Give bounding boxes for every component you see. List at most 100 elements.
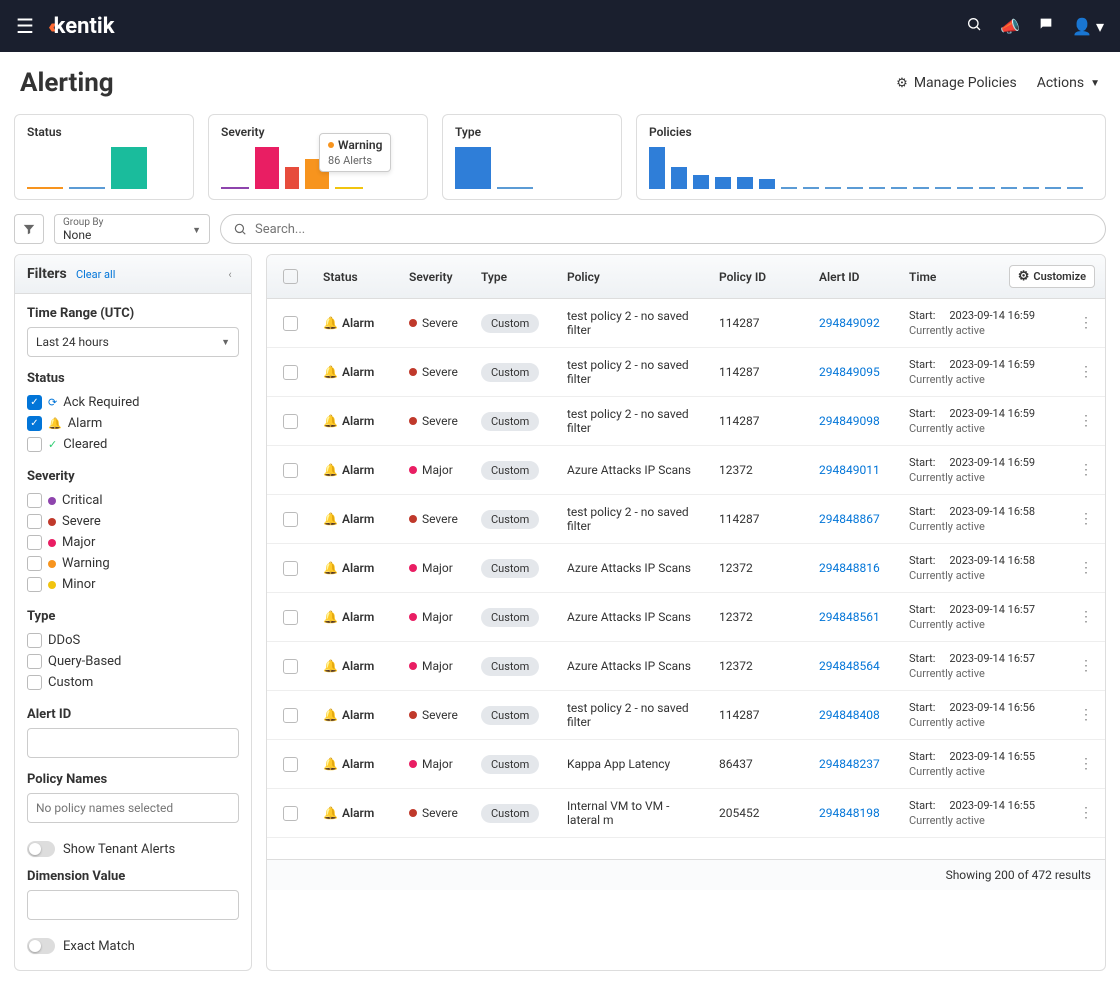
search-input[interactable]	[255, 222, 1093, 237]
checkbox[interactable]: ✓	[27, 395, 42, 410]
col-type[interactable]: Type	[471, 270, 557, 284]
col-severity[interactable]: Severity	[399, 270, 471, 284]
table-row[interactable]: 🔔Alarm Major Custom Azure Attacks IP Sca…	[267, 544, 1105, 593]
alert-id-link[interactable]: 294849092	[819, 316, 880, 330]
row-menu-icon[interactable]: ⋮	[1079, 462, 1093, 478]
tenant-toggle[interactable]	[27, 841, 55, 857]
select-all-checkbox[interactable]	[283, 269, 298, 284]
row-checkbox[interactable]	[283, 708, 298, 723]
row-checkbox[interactable]	[283, 365, 298, 380]
status-filter-alarm[interactable]: ✓ 🔔 Alarm	[27, 413, 239, 434]
row-menu-icon[interactable]: ⋮	[1079, 315, 1093, 331]
checkbox[interactable]	[27, 556, 42, 571]
row-menu-icon[interactable]: ⋮	[1079, 707, 1093, 723]
user-menu[interactable]: 👤 ▾	[1072, 17, 1104, 36]
alert-id-link[interactable]: 294848816	[819, 561, 880, 575]
actions-dropdown[interactable]: Actions ▼	[1037, 75, 1100, 91]
type-filter-query-based[interactable]: Query-Based	[27, 651, 239, 672]
row-menu-icon[interactable]: ⋮	[1079, 658, 1093, 674]
card-severity[interactable]: Severity Warning 86 Alerts	[208, 114, 428, 200]
alert-id-link[interactable]: 294848198	[819, 806, 880, 820]
table-row[interactable]: 🔔Alarm Major Custom Azure Attacks IP Sca…	[267, 446, 1105, 495]
menu-icon[interactable]: ☰	[16, 14, 34, 38]
table-row[interactable]: 🔔Alarm Severe Custom test policy 2 - no …	[267, 495, 1105, 544]
row-checkbox[interactable]	[283, 316, 298, 331]
clear-all-link[interactable]: Clear all	[76, 268, 115, 281]
row-menu-icon[interactable]: ⋮	[1079, 609, 1093, 625]
row-checkbox[interactable]	[283, 512, 298, 527]
row-menu-icon[interactable]: ⋮	[1079, 413, 1093, 429]
dimension-input[interactable]	[27, 890, 239, 920]
table-body[interactable]: 🔔Alarm Severe Custom test policy 2 - no …	[267, 299, 1105, 859]
alert-id-link[interactable]: 294848408	[819, 708, 880, 722]
row-menu-icon[interactable]: ⋮	[1079, 756, 1093, 772]
row-checkbox[interactable]	[283, 757, 298, 772]
row-checkbox[interactable]	[283, 414, 298, 429]
checkbox[interactable]: ✓	[27, 416, 42, 431]
alert-id-link[interactable]: 294849095	[819, 365, 880, 379]
checkbox[interactable]	[27, 437, 42, 452]
logo[interactable]: ‹‹‹ kentik	[48, 14, 115, 39]
alert-id-link[interactable]: 294849011	[819, 463, 880, 477]
checkbox[interactable]	[27, 514, 42, 529]
row-menu-icon[interactable]: ⋮	[1079, 364, 1093, 380]
row-menu-icon[interactable]: ⋮	[1079, 805, 1093, 821]
type-filter-custom[interactable]: Custom	[27, 672, 239, 693]
exact-match-toggle[interactable]	[27, 938, 55, 954]
checkbox[interactable]	[27, 577, 42, 592]
card-policies[interactable]: Policies	[636, 114, 1106, 200]
checkbox[interactable]	[27, 654, 42, 669]
alert-id-link[interactable]: 294848237	[819, 757, 880, 771]
alert-id-input[interactable]	[27, 728, 239, 758]
chat-icon[interactable]	[1038, 16, 1054, 36]
col-time[interactable]: Time	[899, 270, 1009, 284]
table-row[interactable]: 🔔Alarm Severe Custom Internal VM to VM -…	[267, 789, 1105, 838]
row-checkbox[interactable]	[283, 561, 298, 576]
severity-filter-critical[interactable]: Critical	[27, 490, 239, 511]
row-checkbox[interactable]	[283, 463, 298, 478]
checkbox[interactable]	[27, 493, 42, 508]
policy-names-input[interactable]	[27, 793, 239, 823]
card-status[interactable]: Status	[14, 114, 194, 200]
group-by-select[interactable]: Group By None ▼	[54, 214, 210, 244]
row-menu-icon[interactable]: ⋮	[1079, 560, 1093, 576]
table-row[interactable]: 🔔Alarm Major Custom Azure Attacks IP Sca…	[267, 642, 1105, 691]
table-row[interactable]: 🔔Alarm Severe Custom test policy 2 - no …	[267, 348, 1105, 397]
status-filter-ack-required[interactable]: ✓ ⟳ Ack Required	[27, 392, 239, 413]
status-filter-cleared[interactable]: ✓ Cleared	[27, 434, 239, 455]
checkbox[interactable]	[27, 535, 42, 550]
severity-filter-major[interactable]: Major	[27, 532, 239, 553]
search-box[interactable]	[220, 214, 1106, 244]
collapse-filters-button[interactable]: ‹	[221, 265, 239, 283]
table-row[interactable]: 🔔Alarm Severe Custom test policy 2 - no …	[267, 299, 1105, 348]
table-row[interactable]: 🔔Alarm Severe Custom test policy 2 - no …	[267, 397, 1105, 446]
manage-policies-link[interactable]: ⚙ Manage Policies	[896, 75, 1017, 91]
row-checkbox[interactable]	[283, 610, 298, 625]
severity-filter-minor[interactable]: Minor	[27, 574, 239, 595]
card-type[interactable]: Type	[442, 114, 622, 200]
alert-id-link[interactable]: 294849098	[819, 414, 880, 428]
announce-icon[interactable]: 📣	[1000, 17, 1020, 36]
alert-id-link[interactable]: 294848561	[819, 610, 880, 624]
row-checkbox[interactable]	[283, 659, 298, 674]
type-filter-ddos[interactable]: DDoS	[27, 630, 239, 651]
col-alert-id[interactable]: Alert ID	[809, 270, 899, 284]
row-menu-icon[interactable]: ⋮	[1079, 511, 1093, 527]
col-status[interactable]: Status	[313, 270, 399, 284]
time-range-select[interactable]: Last 24 hours ▼	[27, 327, 239, 357]
row-checkbox[interactable]	[283, 806, 298, 821]
severity-filter-severe[interactable]: Severe	[27, 511, 239, 532]
filter-toggle-button[interactable]	[14, 214, 44, 244]
checkbox[interactable]	[27, 633, 42, 648]
alert-id-link[interactable]: 294848867	[819, 512, 880, 526]
checkbox[interactable]	[27, 675, 42, 690]
table-row[interactable]: 🔔Alarm Major Custom Azure Attacks IP Sca…	[267, 593, 1105, 642]
severity-filter-warning[interactable]: Warning	[27, 553, 239, 574]
table-row[interactable]: 🔔Alarm Severe Custom test policy 2 - no …	[267, 691, 1105, 740]
alert-id-link[interactable]: 294848564	[819, 659, 880, 673]
col-policy-id[interactable]: Policy ID	[709, 270, 809, 284]
customize-button[interactable]: ⚙ Customize	[1009, 265, 1095, 288]
table-row[interactable]: 🔔Alarm Major Custom Kappa App Latency 86…	[267, 740, 1105, 789]
col-policy[interactable]: Policy	[557, 270, 709, 284]
search-icon[interactable]	[966, 16, 982, 36]
